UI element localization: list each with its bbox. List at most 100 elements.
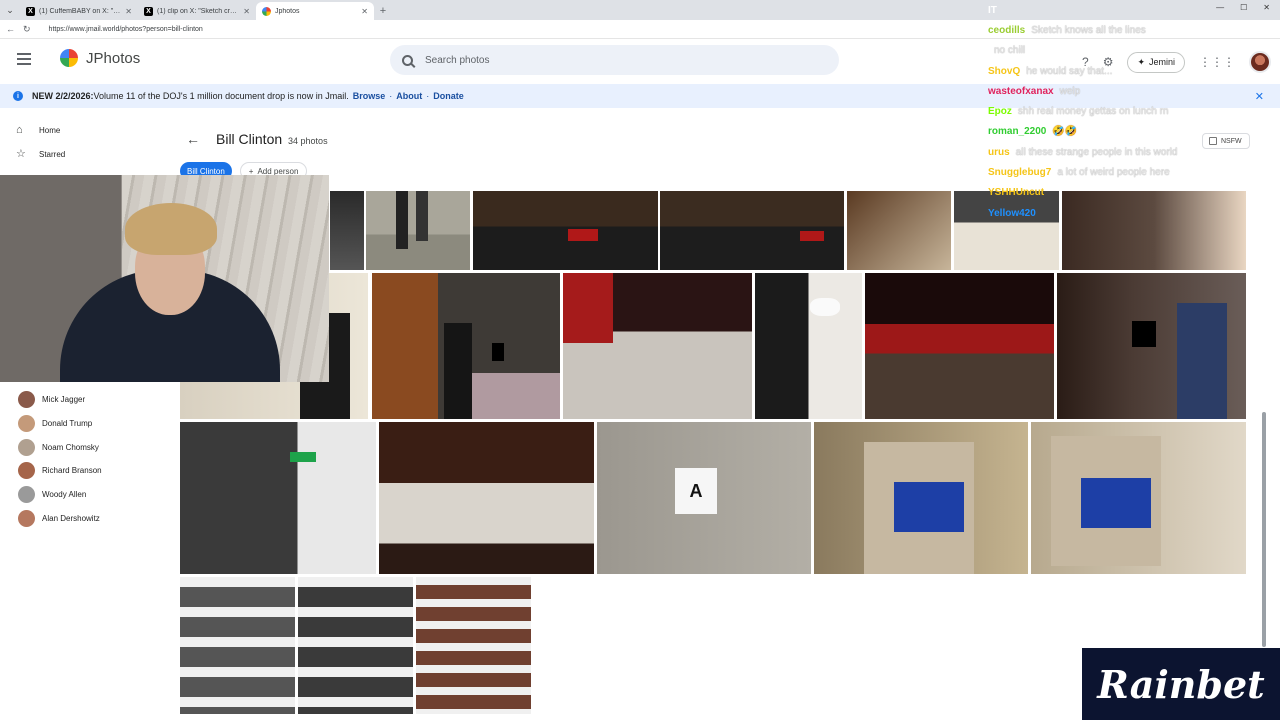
close-tab-icon[interactable]: ✕ <box>361 7 368 16</box>
search-input[interactable] <box>425 54 725 66</box>
photo-thumbnail[interactable] <box>865 273 1054 419</box>
browser-tab[interactable]: X (1) CuffemBABY on X: "Cuffem fac ✕ <box>20 2 138 20</box>
banner-separator: · <box>389 91 393 101</box>
person-name: Richard Branson <box>42 466 102 476</box>
chat-username: YSHHUncut <box>988 187 1045 199</box>
person-avatar <box>18 391 35 409</box>
chat-line: roman_2200 🤣🤣 <box>988 122 1280 142</box>
chat-username: roman_2200 <box>988 126 1047 138</box>
chat-username: Snugglebug7 <box>988 167 1052 179</box>
photo-thumbnail[interactable] <box>814 422 1028 574</box>
sidebar-item-home[interactable]: ⌂ Home <box>0 118 165 142</box>
chat-line: Epoz shh real money gettas on lunch rn <box>988 101 1280 121</box>
banner-link-about[interactable]: About <box>396 91 422 101</box>
photo-thumbnail[interactable] <box>416 577 531 714</box>
chat-line: no chill <box>988 41 1280 61</box>
menu-icon[interactable] <box>17 53 31 65</box>
reload-icon[interactable]: ↻ <box>23 24 31 35</box>
chat-message: he would say that... <box>1026 65 1113 77</box>
chat-line: YSHHUncut <box>988 183 1280 203</box>
photo-thumbnail[interactable]: A <box>597 422 811 574</box>
chat-message: Sketch knows all the lines <box>1031 24 1146 36</box>
close-tab-icon[interactable]: ✕ <box>125 7 132 16</box>
back-arrow-icon[interactable]: ← <box>186 131 200 147</box>
photo-thumbnail[interactable] <box>1057 273 1246 419</box>
chat-line: wasteofxanax welp <box>988 81 1280 101</box>
person-name: Mick Jagger <box>42 395 86 405</box>
person-item[interactable]: Noam Chomsky <box>18 435 102 459</box>
chat-username: Yellow420 <box>988 207 1036 219</box>
album-title: Bill Clinton <box>216 131 283 147</box>
page-scrollbar[interactable] <box>1262 412 1266 647</box>
banner-date: NEW 2/2/2026: <box>32 91 94 101</box>
tab-list-chevron-icon[interactable]: ⌄ <box>0 0 20 20</box>
browser-tab-label: Jphotos <box>275 7 300 15</box>
chat-message: a lot of weird people here <box>1057 167 1170 179</box>
person-avatar <box>18 486 35 504</box>
webcam-overlay <box>0 175 329 382</box>
photo-thumbnail[interactable] <box>330 191 364 270</box>
person-item[interactable]: Mick Jagger <box>18 388 102 412</box>
banner-text: Volume 11 of the DOJ's 1 million documen… <box>93 91 349 101</box>
person-item[interactable]: Alan Dershowitz <box>18 506 102 530</box>
chat-line: ShovQ he would say that... <box>988 61 1280 81</box>
star-icon: ☆ <box>16 147 26 160</box>
photo-thumbnail[interactable] <box>298 577 413 714</box>
sidebar-item-label: Home <box>39 125 61 135</box>
person-avatar <box>18 462 35 480</box>
close-tab-icon[interactable]: ✕ <box>243 7 250 16</box>
stream-chat-overlay: IT ceodills Sketch knows all the lines no… <box>988 0 1280 225</box>
home-icon: ⌂ <box>16 123 23 136</box>
photo-thumbnail[interactable] <box>563 273 752 419</box>
photo-thumbnail[interactable] <box>180 422 376 574</box>
banner-separator: · <box>426 91 430 101</box>
person-name: Alan Dershowitz <box>42 513 100 523</box>
chat-line: Snugglebug7 a lot of weird people here <box>988 162 1280 182</box>
person-avatar <box>18 509 35 527</box>
person-item[interactable]: Richard Branson <box>18 459 102 483</box>
photo-count: 34 photos <box>288 136 328 146</box>
person-name: Woody Allen <box>42 490 87 500</box>
banner-link-donate[interactable]: Donate <box>433 91 464 101</box>
app-name: JPhotos <box>86 49 141 67</box>
info-icon: i <box>13 91 23 101</box>
chat-line: IT <box>988 0 1280 20</box>
photo-thumbnail[interactable] <box>1031 422 1246 574</box>
album-header: ← Bill Clinton 34 photos <box>186 131 328 147</box>
browser-tab-label: (1) CuffemBABY on X: "Cuffem fac <box>39 7 122 15</box>
photo-thumbnail[interactable] <box>755 273 862 419</box>
url-field[interactable]: https://www.jmail.world/photos?person=bi… <box>49 26 203 33</box>
browser-tab-label: (1) clip on X: "Sketch crashes o <box>157 7 239 15</box>
app-logo[interactable]: JPhotos <box>60 49 140 67</box>
photo-thumbnail[interactable] <box>180 577 295 714</box>
pinwheel-logo-icon <box>60 49 78 67</box>
search-bar[interactable] <box>390 45 839 75</box>
photo-thumbnail[interactable] <box>473 191 658 270</box>
person-item[interactable]: Donald Trump <box>18 412 102 436</box>
page-title: Bill Clinton 34 photos <box>216 131 328 147</box>
people-list: Mick Jagger Donald Trump Noam Chomsky Ri… <box>18 388 102 530</box>
browser-tab-active[interactable]: Jphotos ✕ <box>256 2 374 20</box>
back-arrow-icon[interactable]: ← <box>6 24 15 34</box>
banner-link-browse[interactable]: Browse <box>353 91 386 101</box>
sidebar-item-label: Starred <box>39 149 66 159</box>
sidebar-item-starred[interactable]: ☆ Starred <box>0 142 165 166</box>
chat-username: ShovQ <box>988 65 1021 77</box>
webcam-person-hair <box>125 203 217 255</box>
photo-thumbnail[interactable] <box>660 191 844 270</box>
photo-thumbnail[interactable] <box>366 191 470 270</box>
chat-message: all these strange people in this world <box>1015 146 1178 158</box>
sidebar: ⌂ Home ☆ Starred <box>0 118 165 166</box>
photo-thumbnail[interactable] <box>379 422 594 574</box>
chat-line: Yellow420 <box>988 203 1280 223</box>
photo-thumbnail[interactable] <box>847 191 951 270</box>
photo-thumbnail[interactable] <box>372 273 560 419</box>
browser-tab[interactable]: X (1) clip on X: "Sketch crashes o ✕ <box>138 2 256 20</box>
chat-username: Epoz <box>988 106 1012 118</box>
jphotos-favicon-icon <box>262 6 271 16</box>
new-tab-plus-icon[interactable]: + <box>374 2 392 20</box>
chat-username: ceodills <box>988 24 1026 36</box>
x-logo-icon: X <box>26 6 35 16</box>
person-item[interactable]: Woody Allen <box>18 483 102 507</box>
chat-message: 🤣🤣 <box>1052 126 1078 138</box>
